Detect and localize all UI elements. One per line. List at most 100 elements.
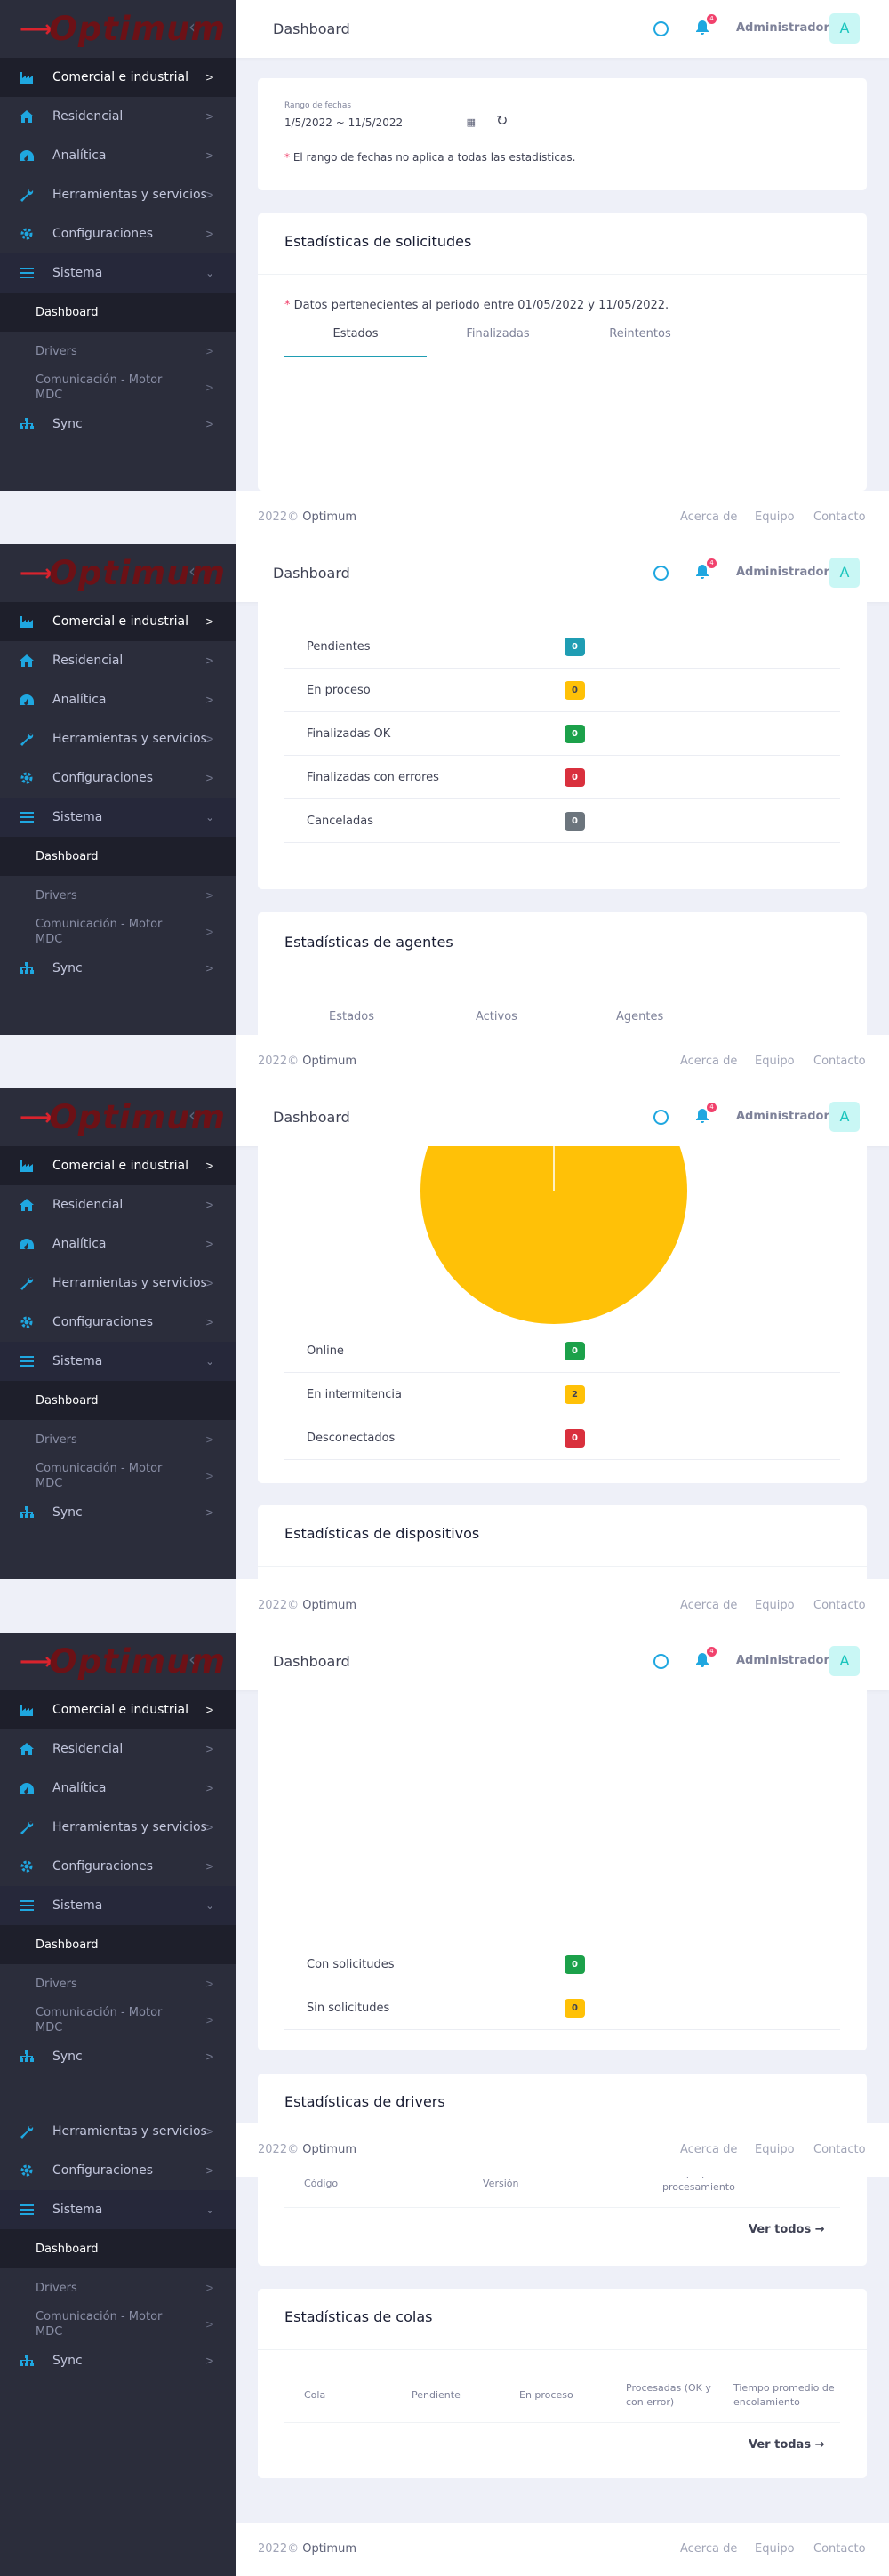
footer-link-equipo[interactable]: Equipo <box>755 1055 795 1068</box>
collapse-sidebar-icon[interactable]: ‹ <box>188 1649 196 1670</box>
tab-agentes-estados[interactable]: Estados <box>329 1010 374 1023</box>
submenu-comunicacion[interactable]: Comunicación - Motor MDC > <box>0 2306 236 2343</box>
submenu-dashboard[interactable]: Dashboard <box>0 2229 236 2268</box>
submenu-dashboard[interactable]: Dashboard <box>0 1381 236 1420</box>
user-name[interactable]: Administrador <box>736 1110 829 1123</box>
menu-item-sistema[interactable]: Sistema ⌄ <box>0 2190 236 2229</box>
tab-agentes-agentes[interactable]: Agentes <box>616 1010 663 1023</box>
menu-item-analitica[interactable]: Analítica > <box>0 1224 236 1264</box>
menu-item-sync[interactable]: Sync > <box>0 2039 236 2074</box>
gauge-icon <box>18 1779 36 1797</box>
menu-item-sync[interactable]: Sync > <box>0 406 236 442</box>
notifications-bell-icon[interactable]: 4 <box>695 1647 717 1672</box>
menu-item-sync[interactable]: Sync > <box>0 1495 236 1530</box>
footer-link-acerca[interactable]: Acerca de <box>680 1599 737 1612</box>
avatar[interactable]: A <box>829 558 860 588</box>
menu-item-configuraciones[interactable]: Configuraciones > <box>0 2151 236 2190</box>
menu-item-configuraciones[interactable]: Configuraciones > <box>0 214 236 253</box>
collapse-sidebar-icon[interactable]: ‹ <box>188 1104 196 1126</box>
menu-item-herramientas[interactable]: Herramientas y servicios > <box>0 1808 236 1847</box>
menu-item-analitica[interactable]: Analítica > <box>0 1769 236 1808</box>
date-range-input[interactable]: 1/5/2022 ~ 11/5/2022 ▦ <box>284 114 476 132</box>
drivers-view-all-link[interactable]: Ver todos → <box>749 2223 825 2236</box>
footer-link-equipo[interactable]: Equipo <box>755 1599 795 1612</box>
menu-item-configuraciones[interactable]: Configuraciones > <box>0 758 236 798</box>
footer-link-equipo[interactable]: Equipo <box>755 510 795 524</box>
footer-link-acerca[interactable]: Acerca de <box>680 1055 737 1068</box>
submenu-comunicacion[interactable]: Comunicación - Motor MDC > <box>0 1457 236 1495</box>
menu-item-sistema[interactable]: Sistema ⌄ <box>0 253 236 293</box>
tab-finalizadas[interactable]: Finalizadas <box>427 327 569 341</box>
menu-item-herramientas[interactable]: Herramientas y servicios > <box>0 719 236 758</box>
tab-agentes-activos[interactable]: Activos <box>476 1010 517 1023</box>
submenu-comunicacion[interactable]: Comunicación - Motor MDC > <box>0 369 236 406</box>
submenu-drivers[interactable]: Drivers > <box>0 1966 236 2002</box>
menu-item-sync[interactable]: Sync > <box>0 2343 236 2379</box>
menu-item-sistema[interactable]: Sistema ⌄ <box>0 1342 236 1381</box>
footer-link-equipo[interactable]: Equipo <box>755 2143 795 2156</box>
tab-estados[interactable]: Estados <box>284 327 427 341</box>
menu-item-residencial[interactable]: Residencial > <box>0 1185 236 1224</box>
footer-link-contacto[interactable]: Contacto <box>813 2542 866 2556</box>
avatar[interactable]: A <box>829 1102 860 1132</box>
card-divider <box>258 1566 867 1567</box>
colas-view-all-link[interactable]: Ver todas → <box>749 2438 825 2452</box>
submenu-drivers[interactable]: Drivers > <box>0 333 236 369</box>
menu-item-residencial[interactable]: Residencial > <box>0 97 236 136</box>
submenu-label: Comunicación - Motor MDC <box>36 1462 163 1490</box>
submenu-dashboard[interactable]: Dashboard <box>0 1925 236 1964</box>
notifications-bell-icon[interactable]: 4 <box>695 558 717 583</box>
avatar[interactable]: A <box>829 1646 860 1676</box>
menu-item-sync[interactable]: Sync > <box>0 951 236 986</box>
footer-link-contacto[interactable]: Contacto <box>813 1599 866 1612</box>
footer-link-equipo[interactable]: Equipo <box>755 2542 795 2556</box>
menu-item-analitica[interactable]: Analítica > <box>0 136 236 175</box>
footer-link-acerca[interactable]: Acerca de <box>680 2542 737 2556</box>
menu-item-residencial[interactable]: Residencial > <box>0 641 236 680</box>
avatar[interactable]: A <box>829 13 860 44</box>
menu-item-residencial[interactable]: Residencial > <box>0 1729 236 1769</box>
footer-link-acerca[interactable]: Acerca de <box>680 510 737 524</box>
user-name[interactable]: Administrador <box>736 1654 829 1667</box>
menu-item-analitica[interactable]: Analítica > <box>0 680 236 719</box>
footer-copyright: 2022© Optimum <box>258 1599 356 1612</box>
footer-link-acerca[interactable]: Acerca de <box>680 2143 737 2156</box>
menu-item-herramientas[interactable]: Herramientas y servicios > <box>0 1264 236 1303</box>
submenu-drivers[interactable]: Drivers > <box>0 1422 236 1457</box>
menu-item-herramientas[interactable]: Herramientas y servicios > <box>0 2123 236 2151</box>
submenu-drivers[interactable]: Drivers > <box>0 878 236 913</box>
menu-item-sistema[interactable]: Sistema ⌄ <box>0 1886 236 1925</box>
menu-item-comercial[interactable]: Comercial e industrial > <box>0 58 236 97</box>
submenu-comunicacion[interactable]: Comunicación - Motor MDC > <box>0 913 236 951</box>
footer-link-contacto[interactable]: Contacto <box>813 2143 866 2156</box>
menu-item-configuraciones[interactable]: Configuraciones > <box>0 1303 236 1342</box>
menu-item-comercial[interactable]: Comercial e industrial > <box>0 1690 236 1729</box>
menu-item-sistema[interactable]: Sistema ⌄ <box>0 798 236 837</box>
quick-search-icon[interactable] <box>653 566 669 581</box>
quick-search-icon[interactable] <box>653 1110 669 1125</box>
collapse-sidebar-icon[interactable]: ‹ <box>188 16 196 37</box>
menu-item-comercial[interactable]: Comercial e industrial > <box>0 602 236 641</box>
submenu-dashboard[interactable]: Dashboard <box>0 293 236 332</box>
menu-item-configuraciones[interactable]: Configuraciones > <box>0 1847 236 1886</box>
wrench-icon <box>18 1818 36 1836</box>
refresh-icon[interactable]: ↻ <box>496 112 508 129</box>
user-name[interactable]: Administrador <box>736 566 829 579</box>
footer-copyright: 2022© Optimum <box>258 2542 356 2556</box>
notifications-bell-icon[interactable]: 4 <box>695 1103 717 1128</box>
user-name[interactable]: Administrador <box>736 21 829 35</box>
tab-reintentos[interactable]: Reintentos <box>569 327 711 341</box>
quick-search-icon[interactable] <box>653 1654 669 1669</box>
collapse-sidebar-icon[interactable]: ‹ <box>188 560 196 582</box>
menu-item-herramientas[interactable]: Herramientas y servicios > <box>0 175 236 214</box>
footer-link-contacto[interactable]: Contacto <box>813 1055 866 1068</box>
brand-logo: ⟶ Optimum ‹ <box>0 1633 236 1690</box>
submenu-drivers[interactable]: Drivers > <box>0 2270 236 2306</box>
footer-link-contacto[interactable]: Contacto <box>813 510 866 524</box>
quick-search-icon[interactable] <box>653 21 669 36</box>
notifications-bell-icon[interactable]: 4 <box>695 14 717 39</box>
submenu-dashboard[interactable]: Dashboard <box>0 837 236 876</box>
submenu-comunicacion[interactable]: Comunicación - Motor MDC > <box>0 2002 236 2039</box>
calendar-icon[interactable]: ▦ <box>467 114 476 132</box>
menu-item-comercial[interactable]: Comercial e industrial > <box>0 1146 236 1185</box>
